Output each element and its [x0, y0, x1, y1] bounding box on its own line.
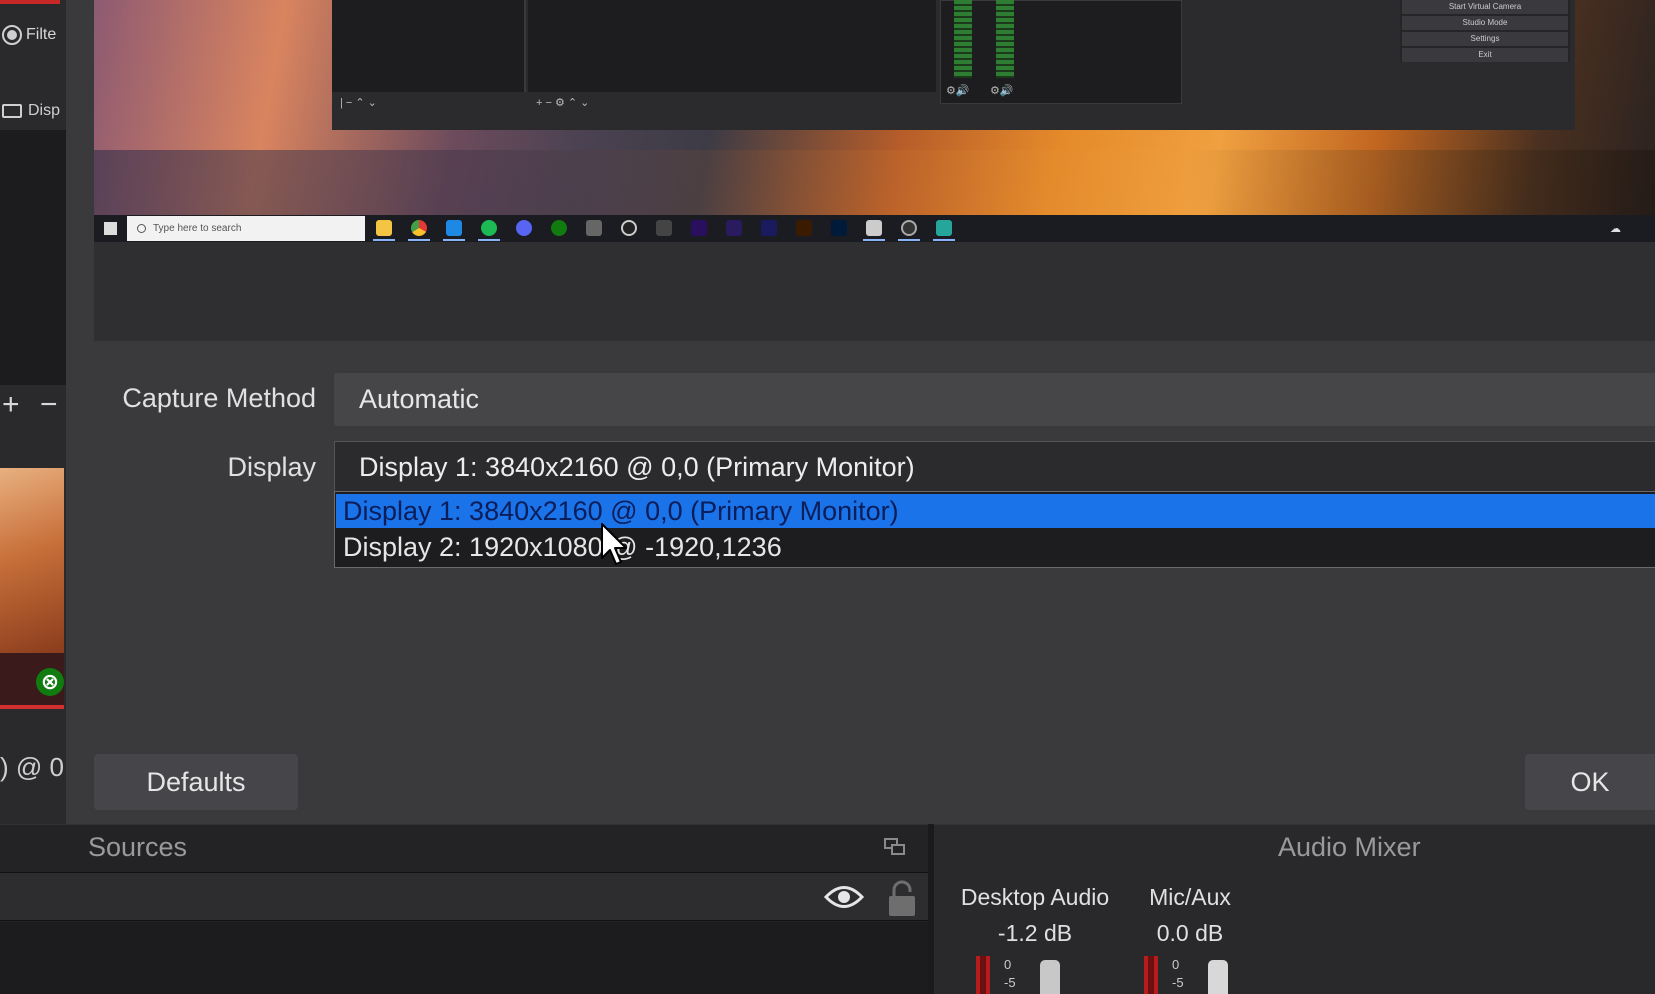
spotify-icon [481, 220, 497, 236]
after-effects-icon [726, 220, 742, 236]
xbox-app-icon [551, 220, 567, 236]
source-list-item-display[interactable]: Disp [0, 96, 66, 126]
inner-audio-mixer [940, 0, 1182, 104]
inner-control-virtual-camera: Start Virtual Camera [1402, 0, 1568, 14]
inner-control-studio-mode: Studio Mode [1402, 16, 1568, 30]
volume-fader-desktop-audio[interactable] [1040, 960, 1060, 994]
source-item-label: Disp [28, 102, 61, 119]
sources-dock-title: Sources [88, 832, 188, 862]
app-running-indicator [478, 239, 500, 241]
app-running-indicator [408, 239, 430, 241]
windows-start-icon [104, 222, 117, 235]
inner-meter-1 [954, 0, 972, 78]
scene-list [0, 130, 66, 385]
illustrator-icon [796, 220, 812, 236]
mixer-level-desktop-audio: -1.2 dB [997, 920, 1073, 946]
monitor-icon [2, 104, 22, 118]
discord-icon [516, 220, 532, 236]
defaults-button[interactable]: Defaults [94, 754, 298, 810]
premiere-icon [691, 220, 707, 236]
inner-sources-panel [528, 0, 936, 92]
display-option-1[interactable]: Display 1: 3840x2160 @ 0,0 (Primary Moni… [336, 494, 1655, 528]
inner-mixer-icons-1: ⚙🔊 [946, 85, 970, 97]
volume-meter-mic-aux [1144, 956, 1158, 994]
scene-thumbnail [0, 468, 64, 653]
inner-source-controls: + − ⚙ ⌃ ⌄ [536, 97, 590, 109]
lock-icon[interactable] [886, 880, 918, 918]
app-icon [586, 220, 602, 236]
app-running-indicator [863, 239, 885, 241]
inner-scene-controls: | − ⌃ ⌄ [340, 97, 377, 109]
eye-icon[interactable] [824, 884, 864, 910]
app-icon [866, 220, 882, 236]
inner-scenes-panel [332, 0, 526, 92]
inner-control-settings: Settings [1402, 32, 1568, 46]
volume-fader-mic-aux[interactable] [1208, 960, 1228, 994]
meter-tick-5: -5 [1172, 975, 1184, 990]
source-row[interactable] [0, 873, 928, 921]
popout-icon[interactable] [884, 838, 906, 858]
remove-source-button[interactable]: − [40, 390, 58, 420]
app-icon [656, 220, 672, 236]
meter-tick-5: -5 [1004, 975, 1016, 990]
recording-indicator-strip [0, 0, 60, 4]
mouse-cursor-icon [601, 523, 627, 565]
filter-icon [2, 25, 22, 45]
filters-label: Filte [26, 26, 57, 43]
volume-meter-desktop-audio [976, 956, 990, 994]
capture-method-select[interactable]: Automatic [334, 373, 1655, 426]
mail-icon [446, 220, 462, 236]
app-running-indicator [933, 239, 955, 241]
capture-method-label: Capture Method [122, 383, 316, 413]
app-running-indicator [443, 239, 465, 241]
display-select[interactable]: Display 1: 3840x2160 @ 0,0 (Primary Moni… [334, 441, 1655, 493]
taskbar-search-box: Type here to search [127, 216, 365, 241]
add-source-button[interactable]: + [2, 390, 20, 420]
wallpaper-shade [94, 150, 1655, 215]
resolution-fragment: ) @ 0 [0, 752, 64, 782]
obs-running-icon [901, 220, 917, 236]
chrome-icon [411, 220, 427, 236]
search-icon [137, 224, 146, 233]
inner-meter-2 [996, 0, 1014, 78]
sources-list [0, 922, 928, 994]
app-running-indicator [898, 239, 920, 241]
ok-button[interactable]: OK [1525, 754, 1655, 810]
mixer-channel-desktop-audio: Desktop Audio [960, 884, 1110, 910]
mixer-channel-mic-aux: Mic/Aux [1149, 884, 1231, 910]
file-explorer-icon [376, 220, 392, 236]
inner-mixer-icons-2: ⚙🔊 [990, 85, 1014, 97]
filters-button[interactable]: Filte [2, 22, 66, 48]
xbox-icon[interactable]: ⊗ [36, 668, 64, 696]
display-option-2[interactable]: Display 2: 1920x1080 @ -1920,1236 [336, 530, 1655, 564]
app-running-indicator [373, 239, 395, 241]
app-icon [936, 220, 952, 236]
mixer-level-mic-aux: 0.0 dB [1156, 920, 1224, 946]
media-encoder-icon [761, 220, 777, 236]
meter-tick-0: 0 [1172, 957, 1180, 972]
display-label: Display [227, 452, 316, 482]
obs-icon [621, 220, 637, 236]
cloud-tray-icon: ☁ [1610, 223, 1621, 235]
meter-tick-0: 0 [1004, 957, 1012, 972]
inner-control-exit: Exit [1402, 48, 1568, 62]
audio-mixer-title: Audio Mixer [1278, 832, 1421, 862]
photoshop-icon [831, 220, 847, 236]
